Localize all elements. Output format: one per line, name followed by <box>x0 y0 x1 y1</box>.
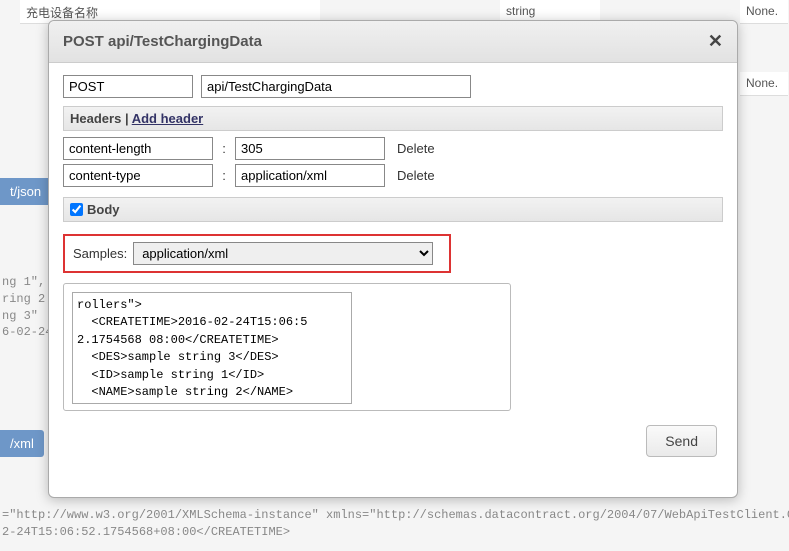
samples-select[interactable]: application/xml <box>133 242 433 265</box>
bg-footer-fragment: ="http://www.w3.org/2001/XMLSchema-insta… <box>0 505 789 543</box>
header-row: : Delete <box>63 137 723 160</box>
header-value-input[interactable] <box>235 137 385 160</box>
headers-label: Headers <box>70 111 121 126</box>
body-section-bar: Body <box>63 197 723 222</box>
header-delete-link[interactable]: Delete <box>397 168 435 183</box>
header-colon: : <box>219 168 229 183</box>
api-url-input[interactable] <box>201 75 471 98</box>
header-delete-link[interactable]: Delete <box>397 141 435 156</box>
body-label: Body <box>87 202 120 217</box>
body-checkbox[interactable] <box>70 203 83 216</box>
header-colon: : <box>219 141 229 156</box>
close-icon[interactable]: ✕ <box>708 31 723 52</box>
bg-code-fragment: ng 1", ring 2 ng 3" 6-02-24 <box>0 270 54 345</box>
body-container: rollers"> <CREATETIME>2016-02-24T15:06:5… <box>63 283 511 411</box>
headers-section-bar: Headers | Add header <box>63 106 723 131</box>
samples-label: Samples: <box>73 246 127 261</box>
api-test-modal: POST api/TestChargingData ✕ Headers | Ad… <box>48 20 738 498</box>
bg-field-none-1: None. <box>740 72 788 96</box>
header-value-input[interactable] <box>235 164 385 187</box>
bg-field-none-0: None. <box>740 0 788 24</box>
add-header-link[interactable]: Add header <box>132 111 204 126</box>
samples-highlight: Samples: application/xml <box>63 234 451 273</box>
send-button[interactable]: Send <box>646 425 717 457</box>
sidebar-tab-json[interactable]: t/json <box>0 178 51 205</box>
request-body-textarea[interactable]: rollers"> <CREATETIME>2016-02-24T15:06:5… <box>72 292 352 404</box>
modal-title-text: POST api/TestChargingData <box>63 33 262 50</box>
http-method-input[interactable] <box>63 75 193 98</box>
modal-titlebar: POST api/TestChargingData ✕ <box>49 21 737 63</box>
header-row: : Delete <box>63 164 723 187</box>
header-name-input[interactable] <box>63 164 213 187</box>
sidebar-tab-xml[interactable]: /xml <box>0 430 44 457</box>
header-name-input[interactable] <box>63 137 213 160</box>
